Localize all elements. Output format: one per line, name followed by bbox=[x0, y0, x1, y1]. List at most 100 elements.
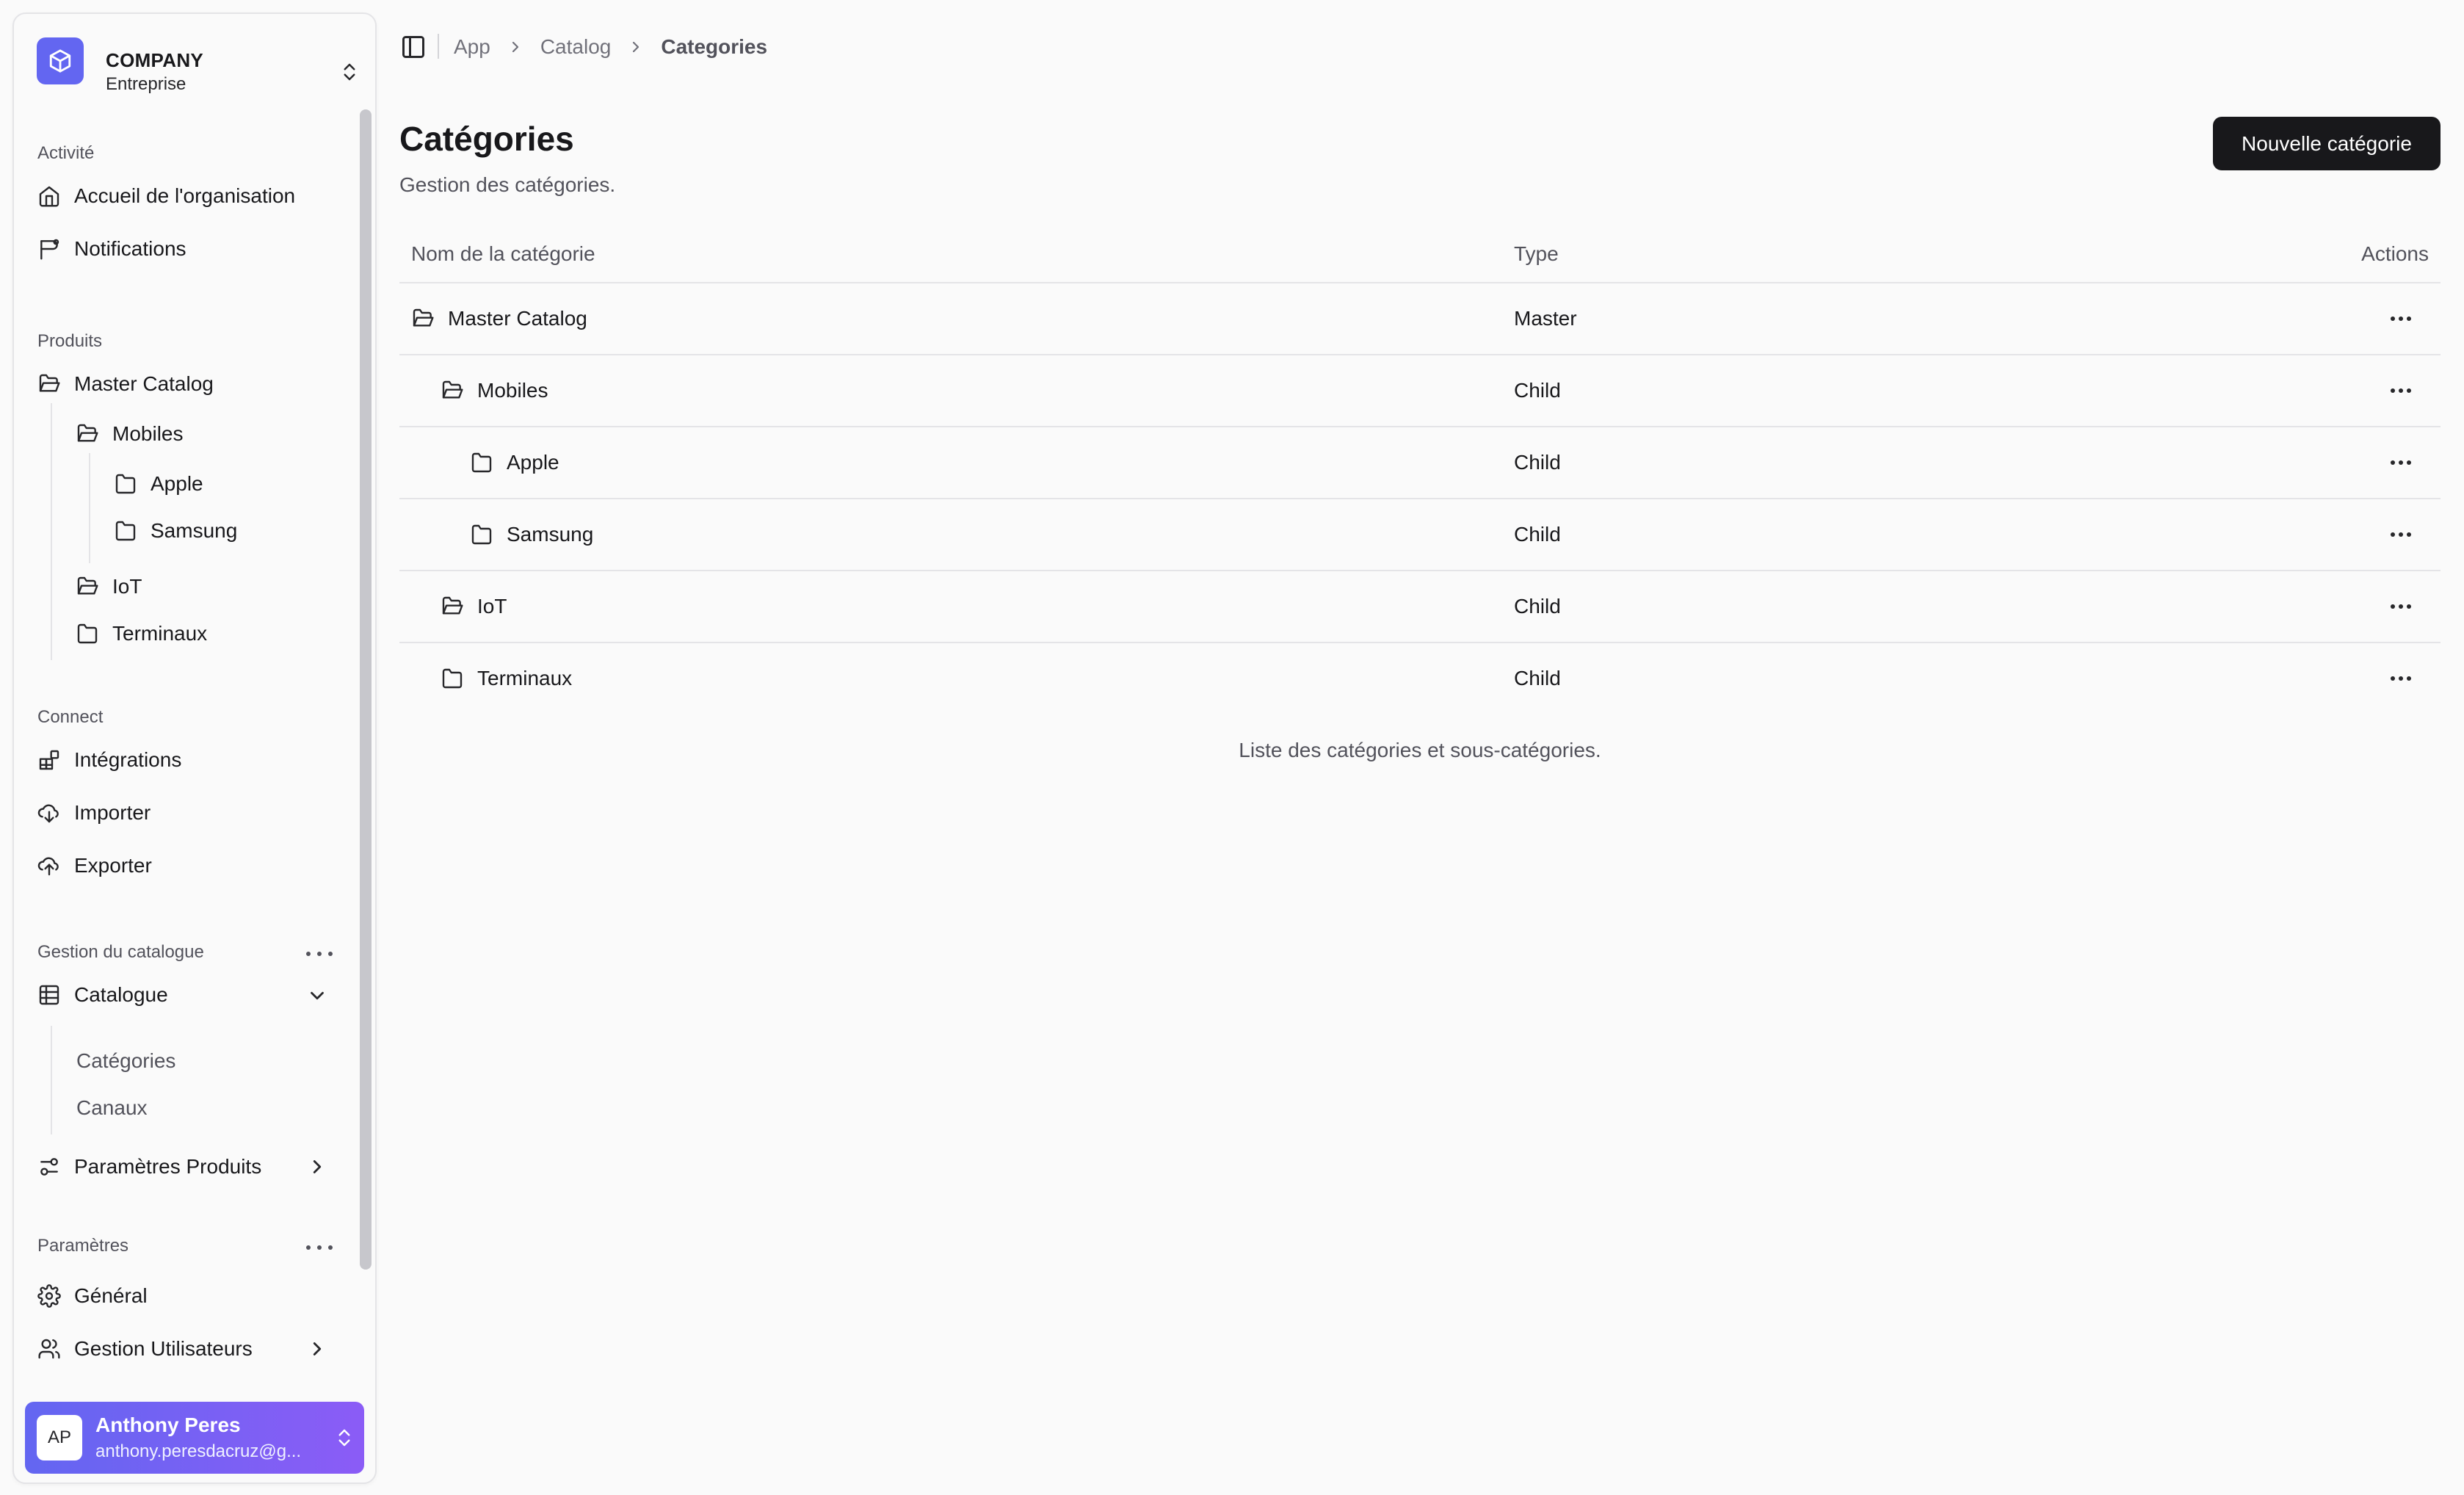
table-row[interactable]: Samsung Child bbox=[399, 499, 2441, 571]
table-row[interactable]: Master Catalog Master bbox=[399, 283, 2441, 355]
row-name: Mobiles bbox=[477, 379, 548, 402]
page-subtitle: Gestion des catégories. bbox=[399, 173, 616, 196]
row-type: Child bbox=[1514, 523, 1561, 546]
group-label-parametres: Paramètres bbox=[37, 1236, 129, 1256]
folder-icon bbox=[77, 623, 98, 644]
gestion-more-button[interactable] bbox=[306, 946, 333, 961]
row-type: Master bbox=[1514, 307, 1577, 330]
row-name: Terminaux bbox=[477, 667, 573, 689]
new-category-button[interactable]: Nouvelle catégorie bbox=[2213, 117, 2441, 170]
users-icon bbox=[38, 1339, 60, 1359]
user-email: anthony.peresdacruz@g... bbox=[95, 1441, 302, 1461]
row-actions-button[interactable] bbox=[2391, 527, 2411, 542]
breadcrumb-catalog[interactable]: Catalog bbox=[540, 35, 612, 59]
row-actions-button[interactable] bbox=[2391, 455, 2411, 470]
sidebar-item-apple[interactable]: Apple bbox=[114, 462, 203, 506]
row-name: Samsung bbox=[507, 523, 594, 546]
chevron-right-icon[interactable] bbox=[306, 1156, 328, 1178]
sidebar-scrollbar[interactable] bbox=[360, 109, 372, 1270]
row-actions-button[interactable] bbox=[2391, 599, 2411, 614]
tree-line bbox=[89, 453, 90, 563]
sidebar-item-label: Samsung bbox=[151, 519, 238, 542]
chevrons-up-down-icon bbox=[338, 61, 360, 83]
gear-icon bbox=[37, 1284, 61, 1308]
folder-open-icon bbox=[77, 424, 98, 442]
column-header-name: Nom de la catégorie bbox=[411, 242, 595, 265]
row-name: IoT bbox=[477, 595, 507, 618]
table-row[interactable]: Mobiles Child bbox=[399, 355, 2441, 427]
cube-icon bbox=[37, 37, 84, 84]
table-row[interactable]: Apple Child bbox=[399, 427, 2441, 499]
chevron-down-icon[interactable] bbox=[306, 985, 328, 1007]
row-name: Master Catalog bbox=[448, 307, 587, 330]
sidebar-item-label: Paramètres Produits bbox=[74, 1155, 262, 1178]
sidebar-item-label: Accueil de l'organisation bbox=[74, 184, 296, 207]
tree-line bbox=[51, 403, 52, 660]
column-header-actions: Actions bbox=[2361, 242, 2429, 265]
row-type: Child bbox=[1514, 667, 1561, 689]
sidebar-item-samsung[interactable]: Samsung bbox=[114, 509, 237, 553]
sidebar-item-exporter[interactable]: Exporter bbox=[37, 844, 152, 888]
breadcrumb-current: Categories bbox=[661, 35, 768, 58]
group-label-produits: Produits bbox=[37, 331, 103, 351]
chevron-right-icon bbox=[507, 38, 524, 56]
company-switcher[interactable]: COMPANY Entreprise bbox=[24, 27, 366, 98]
sidebar-sub-categories[interactable]: Catégories bbox=[76, 1049, 175, 1073]
folder-icon bbox=[442, 668, 463, 689]
column-header-type: Type bbox=[1514, 242, 1559, 265]
group-label-activite: Activité bbox=[37, 143, 95, 163]
sidebar-item-terminaux[interactable]: Terminaux bbox=[76, 612, 207, 656]
table-row[interactable]: Terminaux Child bbox=[399, 643, 2441, 715]
sidebar-item-label: Importer bbox=[74, 801, 151, 824]
sidebar-item-notifications[interactable]: Notifications bbox=[37, 227, 186, 271]
row-actions-button[interactable] bbox=[2391, 311, 2411, 326]
sidebar-item-label: Exporter bbox=[74, 854, 152, 877]
sidebar-item-accueil[interactable]: Accueil de l'organisation bbox=[37, 174, 295, 218]
page-title: Catégories bbox=[399, 120, 574, 158]
sidebar-item-general[interactable]: Général bbox=[37, 1274, 148, 1318]
cloud-download-icon bbox=[37, 804, 59, 823]
folder-icon bbox=[471, 452, 492, 473]
user-menu[interactable]: AP Anthony Peres anthony.peresdacruz@g..… bbox=[25, 1402, 364, 1474]
table-row[interactable]: IoT Child bbox=[399, 571, 2441, 643]
tree-line bbox=[51, 1026, 52, 1134]
sidebar-item-iot[interactable]: IoT bbox=[76, 565, 142, 609]
sidebar-item-label: Catalogue bbox=[74, 983, 168, 1006]
chevron-right-icon bbox=[627, 38, 645, 56]
sidebar-item-importer[interactable]: Importer bbox=[37, 791, 151, 835]
folder-open-icon bbox=[442, 380, 463, 399]
company-plan: Entreprise bbox=[106, 74, 186, 94]
folder-icon bbox=[471, 524, 492, 545]
sidebar-item-label: Master Catalog bbox=[74, 372, 214, 395]
table-caption: Liste des catégories et sous-catégories. bbox=[1239, 739, 1601, 761]
sidebar-item-mobiles[interactable]: Mobiles bbox=[76, 412, 183, 456]
row-actions-button[interactable] bbox=[2391, 671, 2411, 686]
group-label-connect: Connect bbox=[37, 707, 104, 727]
row-type: Child bbox=[1514, 451, 1561, 474]
parametres-more-button[interactable] bbox=[306, 1240, 333, 1255]
sidebar-item-master-catalog[interactable]: Master Catalog bbox=[37, 362, 214, 406]
row-actions-button[interactable] bbox=[2391, 383, 2411, 398]
folder-open-icon bbox=[39, 374, 60, 392]
row-name: Apple bbox=[507, 451, 559, 474]
sidebar: COMPANY Entreprise Activité Accueil de l… bbox=[12, 12, 377, 1484]
folder-open-icon bbox=[413, 308, 434, 327]
sidebar-item-label: Apple bbox=[151, 472, 203, 495]
row-type: Child bbox=[1514, 379, 1561, 402]
user-name: Anthony Peres bbox=[95, 1413, 241, 1436]
sidebar-item-label: IoT bbox=[112, 575, 142, 598]
sidebar-item-gestion-utilisateurs[interactable]: Gestion Utilisateurs bbox=[37, 1327, 253, 1371]
folder-open-icon bbox=[77, 576, 98, 595]
sidebar-sub-canaux[interactable]: Canaux bbox=[76, 1096, 148, 1120]
sidebar-toggle-icon[interactable] bbox=[400, 34, 427, 60]
sidebar-item-integrations[interactable]: Intégrations bbox=[37, 738, 181, 782]
group-label-gestion: Gestion du catalogue bbox=[37, 942, 204, 962]
chevron-right-icon[interactable] bbox=[306, 1338, 328, 1360]
home-icon bbox=[39, 186, 59, 207]
sidebar-item-label: Général bbox=[74, 1284, 148, 1307]
sidebar-item-parametres-produits[interactable]: Paramètres Produits bbox=[37, 1145, 261, 1189]
sidebar-item-label: Terminaux bbox=[112, 622, 208, 645]
breadcrumb-app[interactable]: App bbox=[454, 35, 490, 59]
blocks-icon bbox=[39, 750, 59, 770]
folder-icon bbox=[115, 521, 136, 541]
